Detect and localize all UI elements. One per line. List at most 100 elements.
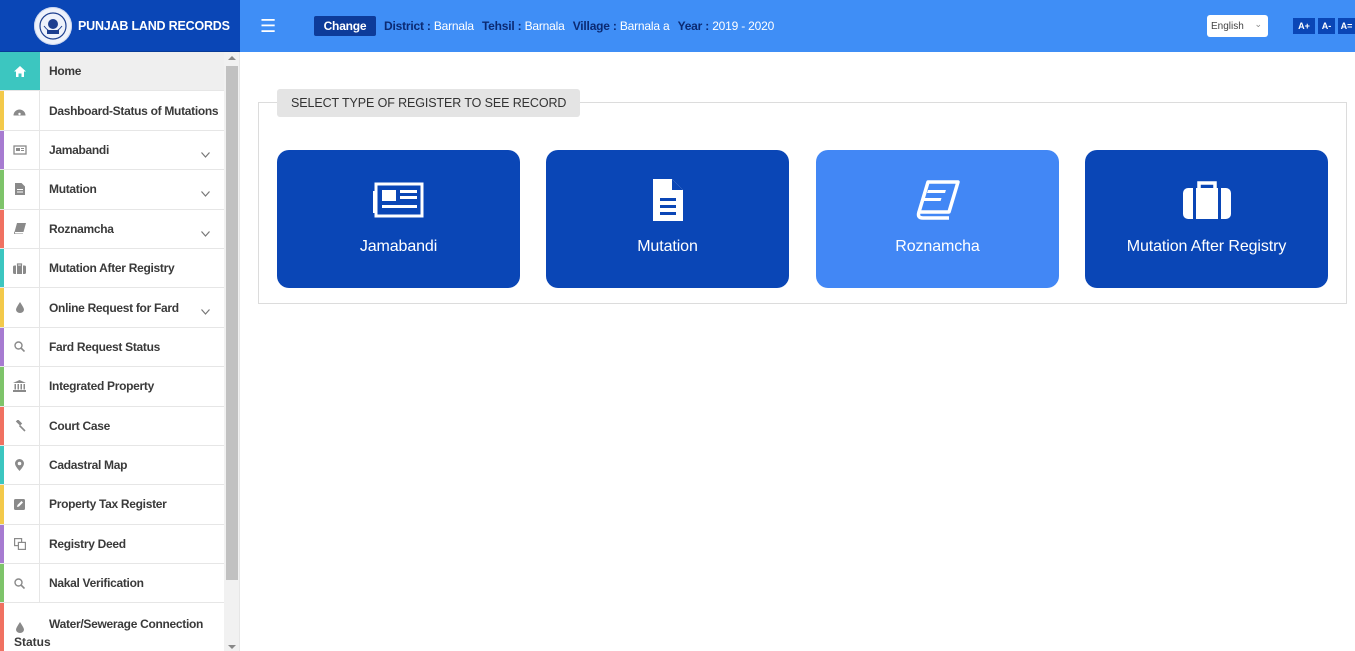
font-decrease-button[interactable]: A- (1318, 18, 1335, 34)
sidebar-item-online-request-for-fard[interactable]: Online Request for Fard (0, 288, 224, 328)
newspaper-icon (0, 130, 40, 170)
sidebar-item-label: Home (49, 64, 82, 79)
sidebar-item-stripe (0, 130, 4, 170)
village-value: Barnala a (619, 19, 670, 33)
hamburger-menu-icon[interactable]: ☰ (260, 17, 280, 35)
file-icon (0, 170, 40, 209)
sidebar-item-stripe (0, 327, 4, 367)
sidebar-item-label: Mutation After Registry (49, 261, 175, 276)
gavel-icon (0, 406, 40, 445)
sidebar-item-nakal-verification[interactable]: Nakal Verification (0, 564, 224, 604)
language-select[interactable]: English ⌄ (1207, 15, 1268, 37)
sidebar-item-label: Online Request for Fard (49, 300, 179, 315)
sidebar-scrollbar[interactable] (224, 52, 239, 651)
jamabandi-card[interactable]: Jamabandi (277, 150, 520, 288)
scroll-down-arrow-icon[interactable] (228, 645, 236, 649)
map-marker-icon (0, 445, 40, 485)
sidebar-item-label: Property Tax Register (49, 497, 167, 512)
sidebar-item-label-continuation: Status (14, 635, 51, 650)
chevron-down-icon[interactable] (201, 184, 210, 202)
sidebar-item-label: Integrated Property (49, 379, 154, 394)
language-value: English (1211, 20, 1244, 32)
search-icon (0, 327, 40, 367)
sidebar-item-court-case[interactable]: Court Case (0, 406, 224, 446)
sidebar-item-label: Nakal Verification (49, 576, 144, 591)
panel-title: SELECT TYPE OF REGISTER TO SEE RECORD (277, 89, 581, 117)
book-icon (0, 209, 40, 248)
chevron-down-icon[interactable] (201, 224, 210, 242)
scroll-up-arrow-icon[interactable] (228, 56, 236, 60)
search-icon (0, 564, 40, 603)
sidebar-item-stripe (0, 170, 4, 209)
sidebar-item-label: Fard Request Status (49, 339, 160, 354)
sidebar-item-home[interactable]: Home (0, 52, 224, 92)
change-location-button[interactable]: Change (314, 16, 376, 36)
tehsil-value: Barnala (524, 19, 565, 33)
newspaper-icon (372, 178, 425, 222)
dashboard-icon (0, 91, 40, 130)
mutation-card[interactable]: Mutation (546, 150, 789, 288)
sidebar-item-label: Roznamcha (49, 221, 114, 236)
file-text-icon (652, 178, 683, 222)
sidebar-item-label: Court Case (49, 418, 111, 433)
sidebar-item-integrated-property[interactable]: Integrated Property (0, 367, 224, 407)
sidebar-item-stripe (0, 603, 4, 651)
mutation-after-registry-card[interactable]: Mutation After Registry (1085, 150, 1328, 288)
home-icon (0, 52, 40, 91)
location-summary: District : Barnala Tehsil : Barnala Vill… (384, 19, 779, 33)
sidebar-item-registry-deed[interactable]: Registry Deed (0, 524, 224, 565)
sidebar-item-mutation[interactable]: Mutation (0, 170, 224, 210)
sidebar-item-label: Jamabandi (49, 142, 109, 157)
sidebar-item-stripe (0, 52, 4, 91)
roznamcha-card-label: Roznamcha (895, 238, 980, 255)
sidebar-item-stripe (0, 209, 4, 248)
sidebar: Home Dashboard-Status of Mutations Jamaban… (0, 52, 240, 651)
mutation-card-label: Mutation (637, 238, 698, 255)
font-size-controls: A+ A- A= (1293, 18, 1355, 34)
district-value: Barnala (433, 19, 474, 33)
font-increase-button[interactable]: A+ (1293, 18, 1315, 34)
brand-bar: PUNJAB LAND RECORDS (0, 0, 240, 52)
sidebar-item-jamabandi[interactable]: Jamabandi (0, 130, 224, 171)
sidebar-item-label: Cadastral Map (49, 458, 128, 473)
sidebar-item-cadastral-map[interactable]: Cadastral Map (0, 445, 224, 486)
sidebar-item-label: Dashboard-Status of Mutations (49, 103, 219, 118)
punjab-emblem-icon (34, 6, 72, 45)
scrollbar-thumb[interactable] (226, 66, 238, 580)
sidebar-item-fard-request-status[interactable]: Fard Request Status (0, 327, 224, 368)
sidebar-item-stripe (0, 367, 4, 406)
briefcase-icon (1182, 178, 1231, 222)
jamabandi-card-label: Jamabandi (359, 238, 438, 255)
briefcase-icon (0, 248, 40, 288)
chevron-down-icon: ⌄ (1254, 19, 1262, 29)
top-bar: ☰ Change District : Barnala Tehsil : Bar… (240, 0, 1355, 52)
district-label: District : (384, 19, 431, 33)
chevron-down-icon[interactable] (201, 145, 210, 163)
sidebar-item-stripe (0, 406, 4, 445)
sidebar-menu: Home Dashboard-Status of Mutations Jamaban… (0, 52, 239, 651)
sidebar-item-dashboard-status-of-mutations[interactable]: Dashboard-Status of Mutations (0, 91, 224, 131)
copy-icon (0, 524, 40, 564)
sidebar-item-property-tax-register[interactable]: Property Tax Register (0, 485, 224, 525)
app-title[interactable]: PUNJAB LAND RECORDS (78, 19, 230, 33)
bank-icon (0, 367, 40, 406)
edit-icon (0, 485, 40, 524)
drop-icon (0, 288, 40, 327)
sidebar-item-label: Registry Deed (49, 536, 126, 551)
sidebar-item-water-sewerage-connection[interactable]: Water/Sewerage Connection Status (0, 603, 224, 651)
sidebar-item-stripe (0, 248, 4, 288)
tehsil-label: Tehsil : (481, 19, 522, 33)
font-reset-button[interactable]: A= (1338, 18, 1355, 34)
mutation-after-registry-card-label: Mutation After Registry (1126, 238, 1287, 255)
year-label: Year : (677, 19, 710, 33)
sidebar-item-mutation-after-registry[interactable]: Mutation After Registry (0, 248, 224, 289)
sidebar-item-roznamcha[interactable]: Roznamcha (0, 209, 224, 249)
roznamcha-card[interactable]: Roznamcha (816, 150, 1059, 288)
year-value: 2019 - 2020 (712, 19, 775, 33)
chevron-down-icon[interactable] (201, 302, 210, 320)
sidebar-item-label: Mutation (49, 182, 97, 197)
sidebar-item-stripe (0, 91, 4, 130)
sidebar-item-label: Water/Sewerage Connection (49, 617, 204, 632)
sidebar-item-stripe (0, 445, 4, 485)
book-icon (916, 178, 960, 222)
